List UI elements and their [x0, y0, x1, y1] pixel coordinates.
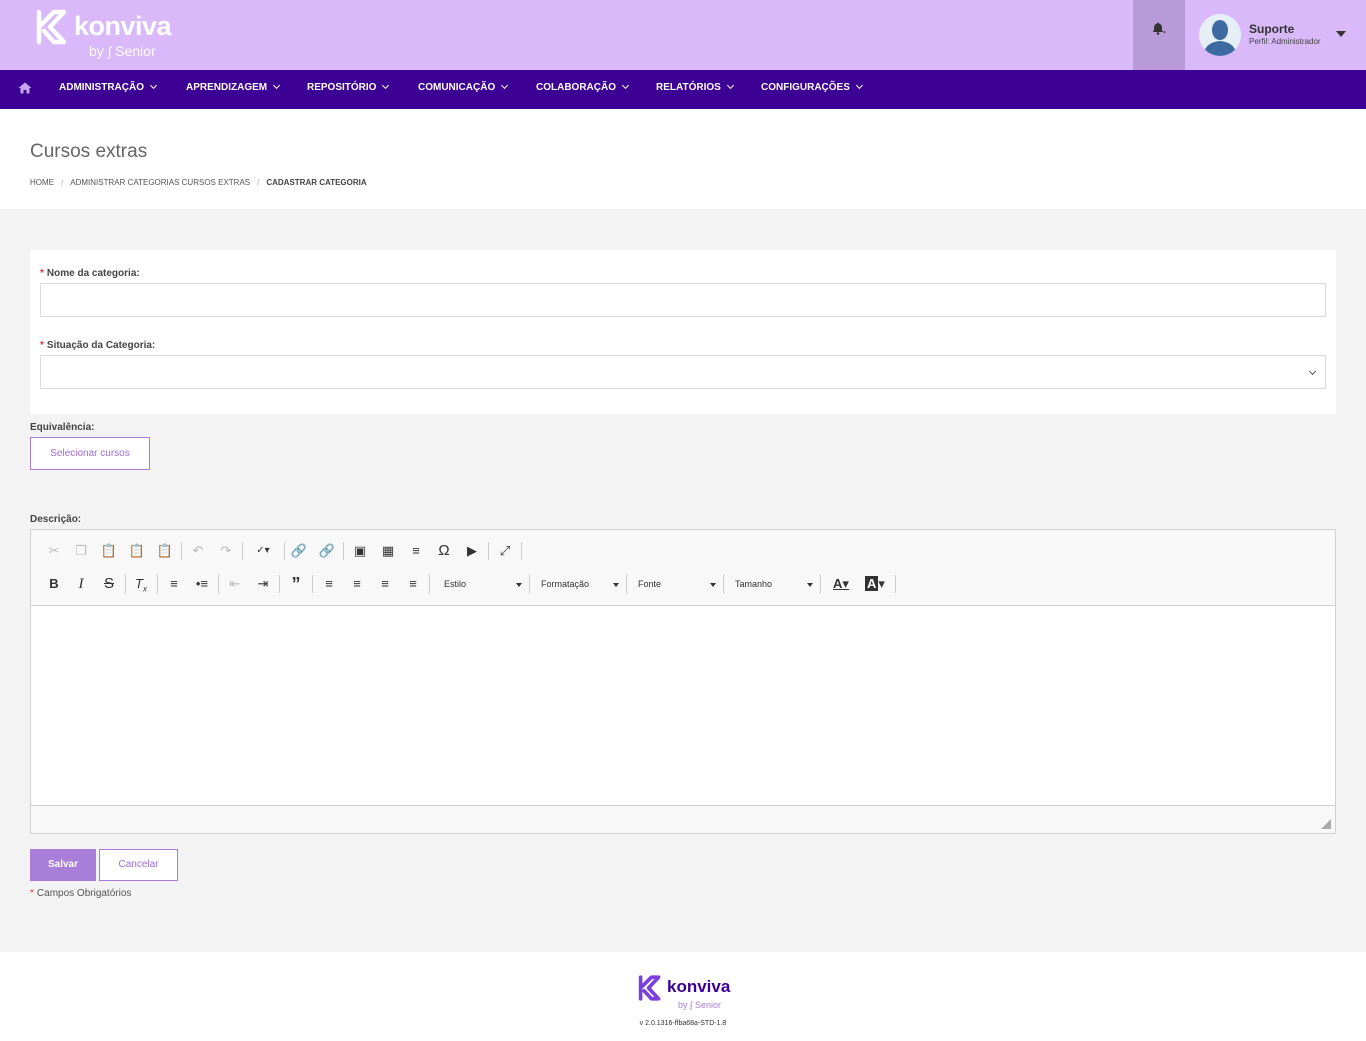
main-navigation: ADMINISTRAÇÃO APRENDIZAGEM REPOSITÓRIO C…: [0, 70, 1366, 109]
caret-down-icon: [710, 583, 716, 587]
home-icon[interactable]: [18, 82, 32, 94]
brand-name: konviva: [74, 11, 172, 41]
chevron-down-icon: [855, 81, 863, 90]
app-header: konviva by ∫ Senior Suporte Perfil: Admi…: [0, 0, 1366, 70]
nav-item-comunicacao[interactable]: COMUNICAÇÃO: [418, 70, 509, 109]
chevron-down-icon: [1308, 367, 1317, 376]
chevron-down-icon: [149, 81, 158, 90]
select-courses-button[interactable]: Selecionar cursos: [30, 437, 150, 470]
align-center-icon[interactable]: ≡: [348, 575, 366, 593]
chevron-down-icon: [621, 81, 630, 90]
page-header: Cursos extras HOME / ADMINISTRAR CATEGORIA…: [0, 109, 1366, 209]
bold-icon[interactable]: B: [45, 575, 63, 593]
version-text: v 2.0.1316-ffba68a-STD-1.8: [639, 1020, 727, 1027]
editor-content-area[interactable]: [31, 605, 1335, 806]
footer-brand-by: by ∫ Senior: [678, 1000, 721, 1010]
equivalence-label: Equivalência:: [30, 422, 95, 433]
cut-icon[interactable]: ✂: [45, 542, 63, 560]
strikethrough-icon[interactable]: S: [100, 575, 118, 593]
spellcheck-icon[interactable]: ✓▾: [249, 542, 277, 560]
text-color-icon[interactable]: A▾: [827, 575, 855, 593]
youtube-icon[interactable]: ▶: [463, 542, 481, 560]
page-footer: konviva by ∫ Senior v 2.0.1316-ffba68a-S…: [0, 952, 1366, 1041]
decrease-indent-icon[interactable]: ⇤: [226, 575, 244, 593]
blockquote-icon[interactable]: ”: [287, 575, 305, 593]
user-name: Suporte: [1249, 22, 1295, 36]
align-justify-icon[interactable]: ≡: [404, 575, 422, 593]
user-silhouette-icon: [1199, 14, 1241, 56]
caret-down-icon: [516, 583, 522, 587]
numbered-list-icon[interactable]: ≡: [165, 575, 183, 593]
notifications-button[interactable]: [1133, 0, 1185, 70]
nav-item-colaboracao[interactable]: COLABORAÇÃO: [536, 70, 630, 109]
remove-format-icon[interactable]: Tx: [132, 575, 150, 594]
style-combo[interactable]: Estilo: [444, 573, 522, 595]
paste-word-icon[interactable]: 📋: [156, 542, 174, 560]
format-combo[interactable]: Formatação: [541, 573, 619, 595]
bulleted-list-icon[interactable]: •≡: [193, 575, 211, 593]
caret-down-icon: [807, 583, 813, 587]
redo-icon[interactable]: ↷: [217, 542, 235, 560]
paste-text-icon[interactable]: 📋: [128, 542, 146, 560]
increase-indent-icon[interactable]: ⇥: [254, 575, 272, 593]
nav-item-administracao[interactable]: ADMINISTRAÇÃO: [59, 70, 158, 109]
user-menu[interactable]: Suporte Perfil: Administrador: [1185, 0, 1366, 70]
chevron-down-icon: [273, 81, 281, 90]
footer-logo: konviva by ∫ Senior: [638, 975, 738, 1015]
nav-item-aprendizagem[interactable]: APRENDIZAGEM: [186, 70, 281, 109]
align-left-icon[interactable]: ≡: [320, 575, 338, 593]
resize-handle-icon[interactable]: [1321, 819, 1331, 829]
maximize-icon[interactable]: ⤢: [496, 542, 514, 560]
size-combo[interactable]: Tamanho: [735, 573, 813, 595]
image-icon[interactable]: ▣: [351, 542, 369, 560]
chevron-down-icon: [382, 81, 390, 90]
konviva-k-icon: [36, 9, 67, 45]
footer-brand-name: konviva: [667, 977, 731, 996]
editor-toolbar-row-2: B I S Tx ≡ •≡ ⇤ ⇥ ” ≡ ≡ ≡ ≡ Estilo Forma…: [31, 567, 1335, 600]
category-status-select[interactable]: [40, 355, 1326, 389]
caret-down-icon: [1336, 31, 1346, 37]
editor-toolbar-row-1: ✂ ❐ 📋 📋 📋 ↶ ↷ ✓▾ 🔗 🔗 ▣ ▦ ≡ Ω ▶ ⤢: [31, 534, 1335, 567]
konviva-logo[interactable]: konviva by ∫ Senior: [36, 9, 172, 63]
nav-item-configuracoes[interactable]: CONFIGURAÇÕES: [761, 70, 863, 109]
special-character-icon[interactable]: Ω: [435, 542, 453, 560]
category-status-label: * Situação da Categoria:: [40, 340, 156, 351]
rich-text-editor: ✂ ❐ 📋 📋 📋 ↶ ↷ ✓▾ 🔗 🔗 ▣ ▦ ≡ Ω ▶ ⤢ B I S T…: [30, 529, 1336, 834]
chevron-down-icon: [726, 81, 734, 90]
konviva-k-icon: [638, 975, 661, 1001]
table-icon[interactable]: ▦: [379, 542, 397, 560]
category-name-label: * Nome da categoria:: [40, 268, 140, 279]
avatar: [1199, 14, 1241, 56]
cancel-button[interactable]: Cancelar: [99, 849, 178, 881]
user-role: Perfil: Administrador: [1249, 37, 1321, 46]
breadcrumb-home[interactable]: HOME: [30, 178, 54, 187]
background-color-icon[interactable]: A ▾: [861, 575, 889, 593]
horizontal-line-icon[interactable]: ≡: [407, 542, 425, 560]
nav-item-repositorio[interactable]: REPOSITÓRIO: [307, 70, 390, 109]
breadcrumb-parent[interactable]: ADMINISTRAR CATEGORIAS CURSOS EXTRAS: [70, 178, 250, 187]
category-name-input[interactable]: [40, 283, 1326, 317]
caret-down-icon: [613, 583, 619, 587]
paste-icon[interactable]: 📋: [100, 542, 118, 560]
nav-item-relatorios[interactable]: RELATÓRIOS: [656, 70, 734, 109]
link-icon[interactable]: 🔗: [290, 542, 308, 560]
breadcrumb: HOME / ADMINISTRAR CATEGORIAS CURSOS EXTRA…: [30, 178, 367, 187]
brand-by: by ∫ Senior: [89, 43, 156, 59]
bell-icon: [1152, 22, 1166, 35]
save-button[interactable]: Salvar: [30, 849, 96, 881]
italic-icon[interactable]: I: [72, 575, 90, 593]
form-card: * Nome da categoria: * Situação da Categor…: [30, 250, 1336, 414]
font-combo[interactable]: Fonte: [638, 573, 716, 595]
required-fields-note: * Campos Obrigatórios: [30, 888, 132, 899]
breadcrumb-current: CADASTRAR CATEGORIA: [266, 178, 367, 187]
description-label: Descrição:: [30, 514, 82, 525]
undo-icon[interactable]: ↶: [189, 542, 207, 560]
chevron-down-icon: [501, 81, 509, 90]
copy-icon[interactable]: ❐: [72, 542, 90, 560]
unlink-icon[interactable]: 🔗: [318, 542, 336, 560]
align-right-icon[interactable]: ≡: [376, 575, 394, 593]
page-title: Cursos extras: [30, 141, 148, 162]
